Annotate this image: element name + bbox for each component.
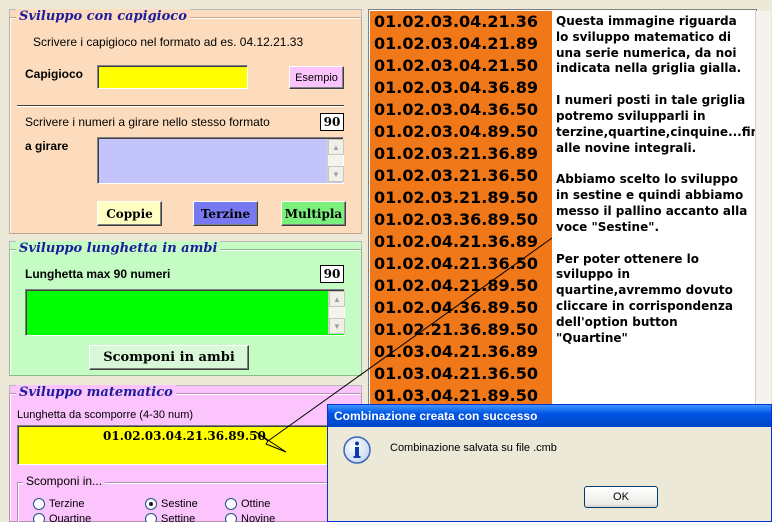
numbers-label: a girare — [25, 139, 69, 153]
numbers-textarea[interactable] — [97, 137, 344, 184]
ok-button[interactable]: OK — [584, 486, 658, 508]
coppie-button[interactable]: Coppie — [97, 201, 162, 226]
matematico-label: Lunghetta da scomporre (4-30 num) — [17, 409, 194, 421]
info-icon — [342, 435, 372, 465]
dialog-title: Combinazione creata con successo — [328, 405, 771, 427]
result-row[interactable]: 01.02.04.21.36.89 — [374, 231, 552, 253]
option-label: Quartine — [49, 513, 92, 522]
lunghetta-scrollbar[interactable]: ▲ ▼ — [328, 291, 345, 334]
option-label: Terzine — [49, 498, 85, 510]
result-row[interactable]: 01.02.04.21.36.50 — [374, 253, 552, 275]
multipla-button[interactable]: Multipla — [281, 201, 346, 226]
capigioco-title: Sviluppo con capigioco — [16, 9, 190, 24]
notes-panel: Questa immagine riguarda lo sviluppo mat… — [552, 11, 768, 404]
result-row[interactable]: 01.02.21.36.89.50 — [374, 319, 552, 341]
option-label: Settine — [161, 513, 196, 522]
option-label: Novine — [241, 513, 276, 522]
result-row[interactable]: 01.02.03.36.89.50 — [374, 209, 552, 231]
numbers-scrollbar[interactable]: ▲ ▼ — [327, 139, 344, 182]
scroll-down-icon[interactable]: ▼ — [329, 318, 345, 334]
option-label: Ottine — [241, 498, 271, 510]
option-novine[interactable]: Novine — [225, 513, 275, 522]
result-row[interactable]: 01.02.03.21.36.89 — [374, 143, 552, 165]
numbers-instruction: Scrivere i numeri a girare nello stesso … — [25, 115, 270, 129]
scroll-down-icon[interactable]: ▼ — [328, 166, 344, 182]
result-row[interactable]: 01.02.03.04.21.89 — [374, 33, 552, 55]
lunghetta-title: Sviluppo lunghetta in ambi — [16, 241, 221, 256]
result-row[interactable]: 01.02.03.21.89.50 — [374, 187, 552, 209]
radio-icon — [33, 498, 45, 510]
results-list[interactable]: 01.02.03.04.21.36 01.02.03.04.21.89 01.02.… — [370, 11, 552, 404]
radio-selected-icon — [145, 498, 157, 510]
lunghetta-textarea[interactable] — [25, 289, 345, 336]
result-row[interactable]: 01.02.03.04.36.50 — [374, 99, 552, 121]
result-row[interactable]: 01.02.03.04.36.89 — [374, 77, 552, 99]
esempio-button[interactable]: Esempio — [289, 66, 344, 89]
radio-icon — [225, 498, 237, 510]
scroll-up-icon[interactable]: ▲ — [329, 291, 345, 307]
result-row[interactable]: 01.02.03.04.89.50 — [374, 121, 552, 143]
note-paragraph: Abbiamo scelto lo sviluppo in sestine e … — [556, 172, 748, 234]
result-row[interactable]: 01.03.04.21.36.89 — [374, 341, 552, 363]
radio-icon — [33, 513, 45, 522]
numbers-counter: 90 — [320, 113, 344, 131]
radio-icon — [225, 513, 237, 522]
option-label: Sestine — [161, 498, 198, 510]
result-row[interactable]: 01.02.03.04.21.50 — [374, 55, 552, 77]
terzine-button[interactable]: Terzine — [193, 201, 258, 226]
capigioco-instruction: Scrivere i capigioco nel formato ad es. … — [33, 35, 304, 49]
result-row[interactable]: 01.02.04.36.89.50 — [374, 297, 552, 319]
right-scrollbar[interactable] — [755, 11, 771, 404]
option-terzine[interactable]: Terzine — [33, 498, 84, 510]
note-paragraph: Questa immagine riguarda lo sviluppo mat… — [556, 14, 742, 76]
capigioco-input[interactable] — [97, 65, 248, 89]
message-dialog: Combinazione creata con successo Combina… — [327, 404, 772, 522]
matematico-title: Sviluppo matematico — [16, 385, 176, 400]
scomponi-label: Scomponi in... — [23, 474, 106, 488]
lunghetta-label: Lunghetta max 90 numeri — [25, 267, 171, 281]
scroll-up-icon[interactable]: ▲ — [328, 139, 344, 155]
option-ottine[interactable]: Ottine — [225, 498, 270, 510]
info-icon-graphic — [343, 436, 371, 464]
capigioco-divider — [17, 105, 344, 107]
result-row[interactable]: 01.02.03.21.36.50 — [374, 165, 552, 187]
option-sestine[interactable]: Sestine — [145, 498, 198, 510]
result-row[interactable]: 01.03.04.21.89.50 — [374, 385, 552, 404]
capigioco-field-label: Capigioco — [25, 67, 84, 81]
radio-icon — [145, 513, 157, 522]
lunghetta-counter: 90 — [320, 265, 344, 283]
result-row[interactable]: 01.03.04.21.36.50 — [374, 363, 552, 385]
dialog-message: Combinazione salvata su file .cmb — [390, 442, 557, 454]
option-settine[interactable]: Settine — [145, 513, 195, 522]
note-paragraph: I numeri posti in tale griglia potremo s… — [556, 93, 768, 155]
matematico-value: 01.02.03.04.21.36.89.50 — [103, 429, 266, 443]
scomponi-ambi-button[interactable]: Scomponi in ambi — [89, 345, 249, 370]
note-paragraph: Per poter ottenere lo sviluppo in quarti… — [556, 251, 733, 345]
option-quartine[interactable]: Quartine — [33, 513, 91, 522]
result-row[interactable]: 01.02.03.04.21.36 — [374, 11, 552, 33]
result-row[interactable]: 01.02.04.21.89.50 — [374, 275, 552, 297]
